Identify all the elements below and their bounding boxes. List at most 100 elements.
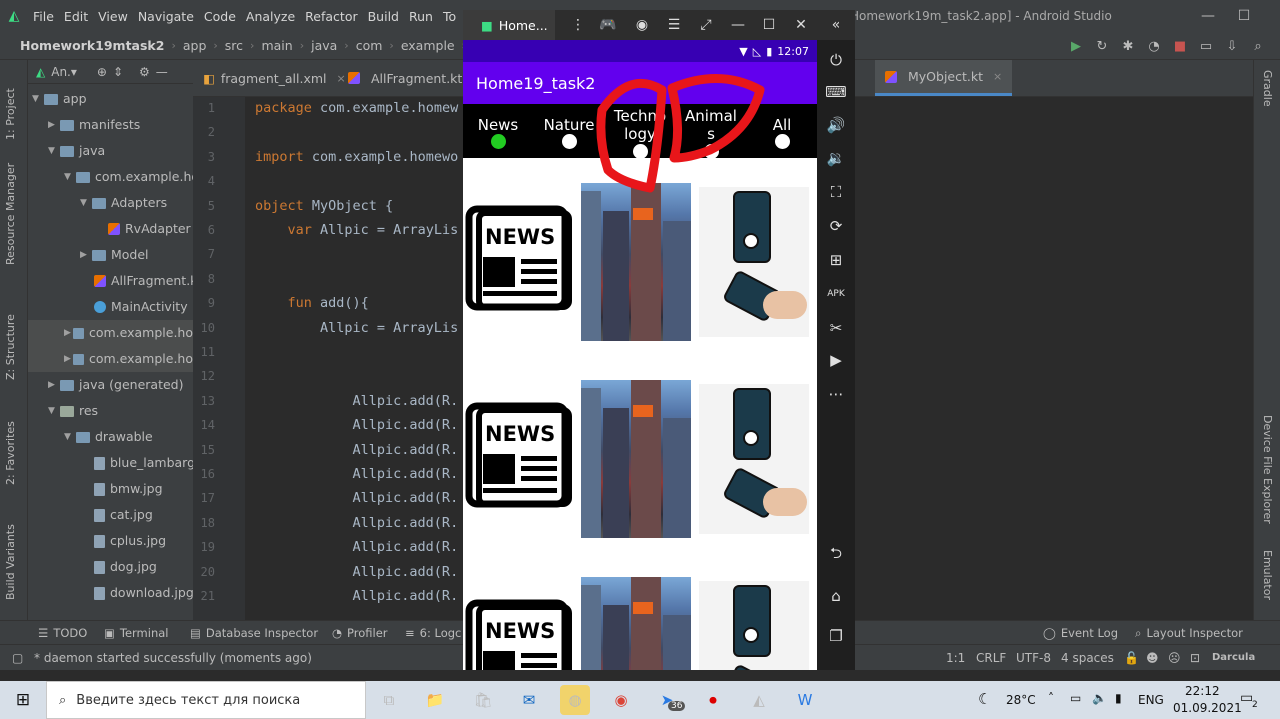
tab-allfragment-kt[interactable]: AllFragment.kt: [338, 60, 472, 96]
tree-item[interactable]: download.jpg: [94, 580, 193, 606]
tree-item[interactable]: ▶ com.example.ho: [28, 346, 193, 372]
more-icon[interactable]: ⋯: [826, 384, 846, 404]
tab-favorites[interactable]: 2: Favorites: [4, 421, 17, 485]
language-indicator[interactable]: ENG: [1138, 693, 1164, 707]
gear-icon[interactable]: ⚙: [139, 65, 150, 79]
record-app-icon[interactable]: ⏺: [698, 685, 728, 715]
emu-close-icon[interactable]: ✕: [787, 10, 815, 40]
breadcrumb-main[interactable]: main: [261, 38, 292, 53]
hide-icon[interactable]: —: [156, 65, 168, 79]
home-icon[interactable]: ⌂: [826, 586, 846, 606]
face-icon[interactable]: ☹: [1168, 645, 1181, 671]
search-icon[interactable]: ⌕: [1250, 38, 1266, 54]
tab-device-file-explorer[interactable]: Device File Explorer: [1261, 415, 1274, 524]
taskbar-search-input[interactable]: ⌕ Введите здесь текст для поиска: [46, 681, 366, 719]
emu-maximize-icon[interactable]: ☐: [755, 10, 783, 40]
inspection-icon[interactable]: ☻: [1146, 645, 1159, 671]
apply-changes-icon[interactable]: ↻: [1094, 38, 1110, 54]
add-screen-icon[interactable]: ⊞: [826, 250, 846, 270]
city-image[interactable]: [581, 183, 691, 341]
breadcrumb-src[interactable]: src: [225, 38, 243, 53]
news-image[interactable]: NEWS: [465, 400, 572, 508]
volume-down-icon[interactable]: 🔉: [826, 148, 846, 168]
close-icon[interactable]: ×: [993, 70, 1002, 83]
profile-icon[interactable]: ◔: [1146, 38, 1162, 54]
collapse-icon[interactable]: ⇕: [113, 65, 123, 79]
file-explorer-icon[interactable]: 📁: [420, 685, 450, 715]
city-image[interactable]: [581, 380, 691, 538]
menu-run[interactable]: Run: [404, 9, 438, 24]
menu-navigate[interactable]: Navigate: [133, 9, 199, 24]
project-view-selector[interactable]: An.▾: [51, 65, 77, 79]
tab-project[interactable]: 1: Project: [4, 88, 17, 140]
sdk-manager-icon[interactable]: ⇩: [1224, 38, 1240, 54]
tool-event-log[interactable]: ◯ Event Log: [1043, 621, 1118, 645]
tree-item[interactable]: ▼ Adapters: [80, 190, 167, 216]
run-icon[interactable]: ▶: [1068, 38, 1084, 54]
android-studio-taskbar-icon[interactable]: ◭: [744, 685, 774, 715]
minimize-icon[interactable]: —: [1190, 0, 1226, 32]
screen-record-icon[interactable]: ▶: [826, 350, 846, 370]
resize-icon[interactable]: ⤢: [692, 10, 720, 40]
smartphone-image[interactable]: [699, 384, 809, 534]
tree-item[interactable]: ▼ com.example.ho: [64, 164, 193, 190]
file-encoding[interactable]: UTF-8: [1016, 645, 1051, 671]
stop-icon[interactable]: ■: [1172, 38, 1188, 54]
tree-item[interactable]: dog.jpg: [94, 554, 157, 580]
emu-minimize-icon[interactable]: —: [724, 10, 752, 40]
menu-view[interactable]: View: [93, 9, 133, 24]
caret-position[interactable]: 1:1: [946, 645, 965, 671]
tree-item[interactable]: RvAdapter: [108, 216, 191, 242]
smartphone-image[interactable]: [699, 187, 809, 337]
breadcrumb-com[interactable]: com: [356, 38, 383, 53]
taskbar-date[interactable]: 01.09.2021: [1173, 701, 1242, 715]
line-separator[interactable]: CRLF: [976, 645, 1006, 671]
taskbar-clock[interactable]: 22:12: [1185, 684, 1220, 698]
store-icon[interactable]: 🛍: [468, 685, 498, 715]
tree-item[interactable]: ▼ app: [32, 86, 87, 112]
mail-icon[interactable]: ✉: [514, 685, 544, 715]
more-options-icon[interactable]: ⋮: [564, 10, 592, 40]
tab-emulator[interactable]: Emulator: [1261, 550, 1274, 600]
tab-gradle[interactable]: Gradle: [1261, 70, 1274, 107]
menu-icon[interactable]: ☰: [660, 10, 688, 40]
tree-item[interactable]: MainActivity: [94, 294, 188, 320]
indent-setting[interactable]: 4 spaces: [1061, 645, 1114, 671]
sound-icon[interactable]: 🔈: [1092, 691, 1107, 705]
menu-file[interactable]: File: [28, 9, 59, 24]
breadcrumb-project[interactable]: Homework19mtask2: [20, 38, 164, 53]
tree-item[interactable]: ▶ com.example.ho: [28, 320, 193, 346]
tool-todo[interactable]: ☰ TODO: [38, 621, 87, 645]
tool-logcat[interactable]: ≡ 6: Logc: [405, 621, 461, 645]
locate-icon[interactable]: ⊕: [97, 65, 107, 79]
scissors-icon[interactable]: ✂: [826, 318, 846, 338]
tab-structure[interactable]: Z: Structure: [4, 314, 17, 380]
debug-icon[interactable]: ✱: [1120, 38, 1136, 54]
breadcrumb-app[interactable]: app: [183, 38, 207, 53]
windows-start-icon[interactable]: ⊞: [8, 685, 38, 715]
news-image[interactable]: NEWS: [465, 597, 572, 670]
memory-icon[interactable]: ⊡: [1190, 645, 1200, 671]
tree-item[interactable]: ▼ java: [48, 138, 105, 164]
gamepad-icon[interactable]: 🎮: [594, 10, 622, 40]
news-image[interactable]: NEWS: [465, 203, 572, 311]
tree-item[interactable]: ▼ res: [48, 398, 98, 424]
tree-item[interactable]: bmw.jpg: [94, 476, 163, 502]
menu-build[interactable]: Build: [363, 9, 404, 24]
breadcrumb-java[interactable]: java: [311, 38, 337, 53]
collapse-panel-icon[interactable]: «: [822, 10, 850, 40]
fullscreen-icon[interactable]: ⛶: [826, 182, 846, 202]
apk-install-icon[interactable]: APK: [826, 284, 846, 304]
tree-item[interactable]: cplus.jpg: [94, 528, 166, 554]
weather-temperature[interactable]: 28°C: [1006, 693, 1036, 707]
smartphone-image[interactable]: [699, 581, 809, 670]
tree-item[interactable]: AllFragment.kt: [94, 268, 193, 294]
task-view-icon[interactable]: ⧉: [374, 685, 404, 715]
tree-item[interactable]: ▼ drawable: [64, 424, 153, 450]
avd-manager-icon[interactable]: ▭: [1198, 38, 1214, 54]
account-icon[interactable]: ◉: [628, 10, 656, 40]
overview-icon[interactable]: ❐: [826, 626, 846, 646]
tab-resource-manager[interactable]: Resource Manager: [4, 163, 17, 265]
tab-myobject-kt[interactable]: MyObject.kt ×: [875, 60, 1013, 96]
lock-icon[interactable]: 🔓: [1124, 645, 1139, 671]
